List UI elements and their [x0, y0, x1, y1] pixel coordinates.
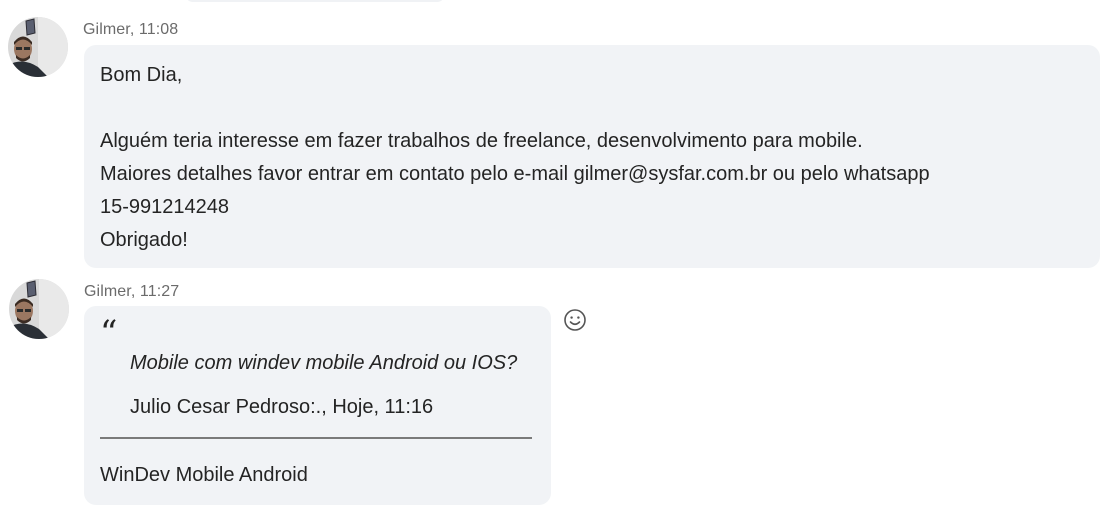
message-line: Obrigado! [100, 229, 188, 251]
message-line: Maiores detalhes favor entrar em contato… [100, 163, 930, 185]
quote-divider [100, 437, 532, 439]
reply-text: WinDev Mobile Android [100, 464, 308, 486]
quote-icon: “ [100, 313, 118, 353]
avatar-photo [8, 17, 68, 77]
avatar[interactable] [9, 279, 69, 339]
chat-thread: Gilmer, 11:08 Bom Dia, Alguém teria inte… [0, 0, 1107, 517]
quote-source: Julio Cesar Pedroso:., Hoje, 11:16 [130, 396, 434, 418]
avatar-photo [9, 279, 69, 339]
previous-message-bubble-edge [185, 0, 445, 2]
avatar[interactable] [8, 17, 68, 77]
message-meta: Gilmer, 11:08 [83, 21, 179, 38]
message-line: Bom Dia, [100, 64, 183, 86]
quoted-text: Mobile com windev mobile Android ou IOS? [130, 352, 518, 374]
message-bubble[interactable]: “ Mobile com windev mobile Android ou IO… [84, 306, 551, 505]
message-line-blank [100, 92, 1084, 125]
message-line: Alguém teria interesse em fazer trabalho… [100, 130, 863, 152]
message-line: 15-991214248 [100, 196, 230, 218]
smiley-face-icon[interactable] [563, 308, 587, 332]
message-meta: Gilmer, 11:27 [84, 283, 180, 300]
message-bubble[interactable]: Bom Dia, Alguém teria interesse em fazer… [84, 45, 1100, 268]
